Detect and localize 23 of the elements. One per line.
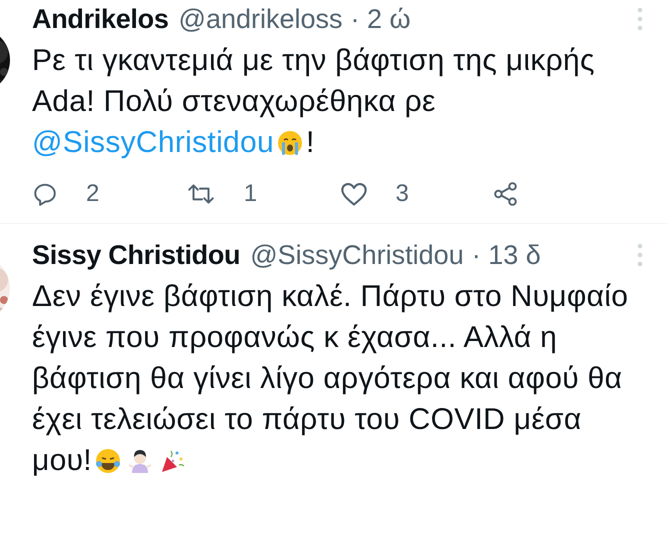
tweet-text: μου! <box>32 443 92 479</box>
crying-face-icon <box>277 130 303 156</box>
action-count: 2 <box>86 179 100 209</box>
reply-icon[interactable] <box>32 181 58 207</box>
tweet-text: βάφτιση θα γίνει λίγο αργότερα και αφού θα <box>32 361 622 397</box>
user-name[interactable]: Andrikelos <box>32 0 169 40</box>
action-count: 1 <box>244 179 258 209</box>
user-handle[interactable]: @SissyChristidou <box>250 234 464 276</box>
laughing-face-icon <box>94 448 121 474</box>
user-name[interactable]: Sissy Christidou <box>32 234 240 276</box>
person-icon <box>126 448 153 474</box>
share-icon[interactable] <box>493 181 520 207</box>
tweet-text: Ada! Πολύ στεναχωρέθηκα ρε <box>32 84 436 120</box>
tweet-text: έχει τελειώσει το πάρτυ του COVID μέσα <box>32 402 582 438</box>
timestamp[interactable]: · 2 ώ <box>350 0 411 40</box>
tweet-text: Ρε τι γκαντεμιά με την βάφτιση της μικρής <box>32 43 595 79</box>
tweet-text: έγινε που προφανώς κ έχασα... Αλλά η <box>32 320 558 356</box>
user-handle[interactable]: @andrikeloss <box>178 0 343 40</box>
heart-icon[interactable] <box>340 181 368 207</box>
action-count: 3 <box>396 179 409 209</box>
tweet-text: Δεν έγινε βάφτιση καλέ. Πάρτυ στο Νυμφαίο <box>32 279 628 315</box>
tweet-text: ! <box>306 125 315 161</box>
timestamp[interactable]: · 13 δ <box>472 234 541 276</box>
